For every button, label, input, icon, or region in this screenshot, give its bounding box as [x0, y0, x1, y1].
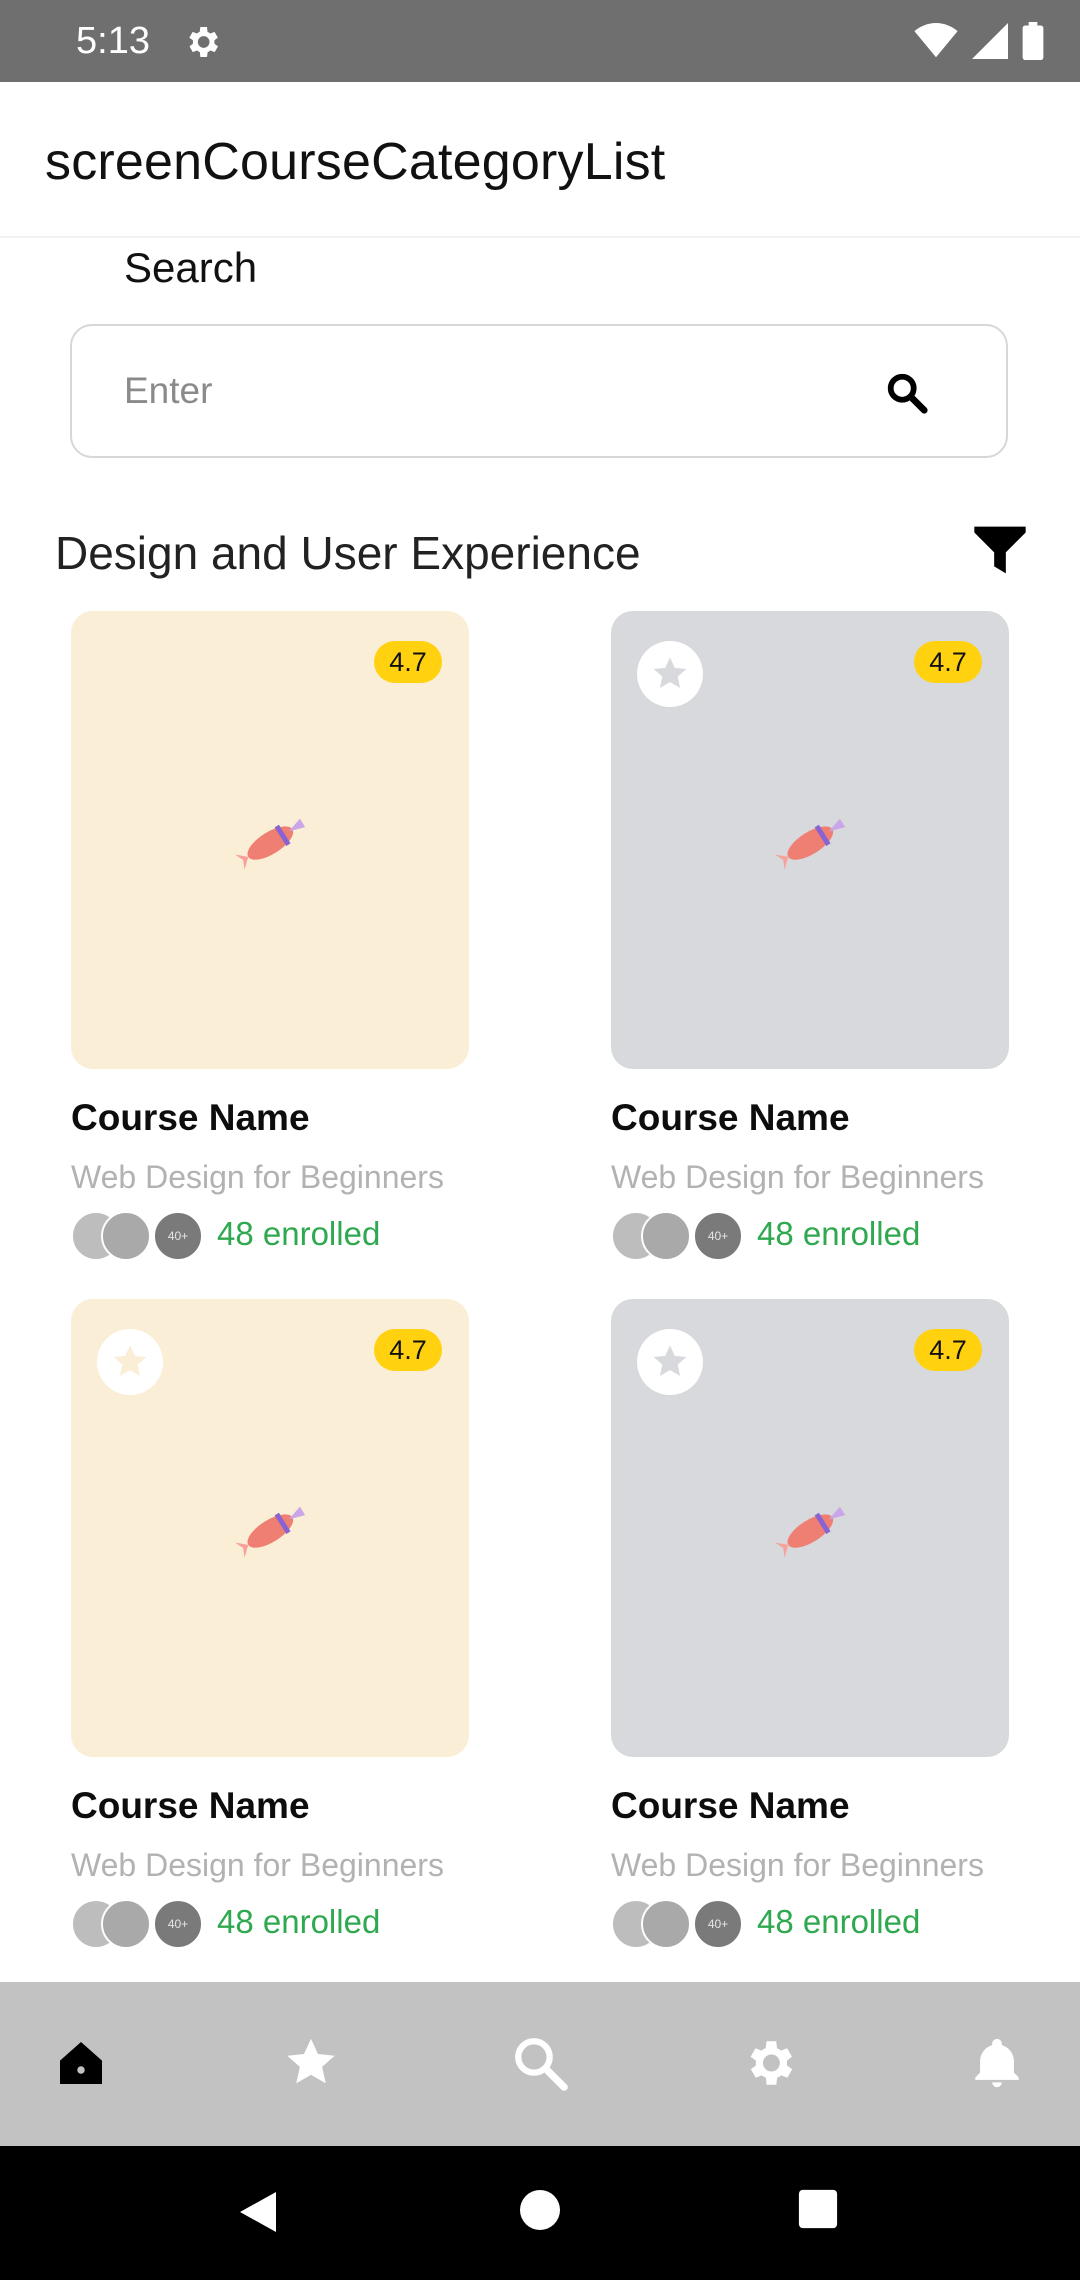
nav-home[interactable]: [46, 2028, 116, 2098]
bottom-nav: [0, 1982, 1080, 2146]
nav-search[interactable]: [505, 2028, 575, 2098]
enrolled-avatars: 40+: [611, 1899, 751, 1949]
recents-icon[interactable]: [797, 2188, 839, 2230]
filter-icon[interactable]: [972, 522, 1028, 578]
avatar: [641, 1899, 691, 1949]
rocket-icon: [775, 818, 846, 870]
avatar-more: 40+: [153, 1899, 203, 1949]
course-thumbnail: 4.7: [611, 1299, 1009, 1757]
app-bar: screenCourseCategoryList: [0, 82, 1080, 238]
rocket-icon: [775, 1506, 846, 1558]
avatar-more: 40+: [693, 1899, 743, 1949]
avatar: [641, 1211, 691, 1261]
course-card[interactable]: 4.7 Course Name Web Design for Beginners…: [71, 611, 469, 1261]
course-name: Course Name: [71, 1785, 310, 1826]
favorite-button[interactable]: [637, 641, 703, 707]
rating-badge: 4.7: [914, 1329, 982, 1371]
course-card[interactable]: 4.7 Course Name Web Design for Beginners…: [611, 611, 1009, 1261]
search-icon: [515, 2038, 568, 2091]
bell-icon: [975, 2038, 1019, 2088]
enrolled-count: 48 enrolled: [217, 1215, 381, 1252]
rating-badge: 4.7: [914, 641, 982, 683]
rating-badge: 4.7: [374, 1329, 442, 1371]
star-icon: [287, 2038, 335, 2084]
home-icon: [60, 2042, 102, 2084]
gear-icon: [750, 2041, 793, 2085]
star-icon: [653, 1345, 687, 1376]
enrolled-count: 48 enrolled: [217, 1903, 381, 1940]
avatar-more: 40+: [153, 1211, 203, 1261]
status-time: 5:13: [76, 20, 150, 62]
star-icon: [113, 1345, 147, 1376]
rocket-icon: [235, 818, 306, 870]
enrolled-avatars: 40+: [611, 1211, 751, 1261]
battery-icon: [1022, 22, 1044, 60]
status-bar: 5:13: [0, 0, 1080, 82]
avatar: [101, 1899, 151, 1949]
course-name: Course Name: [71, 1097, 310, 1138]
search-icon[interactable]: [884, 370, 930, 416]
home-button-icon[interactable]: [518, 2188, 562, 2232]
section-title: Design and User Experience: [55, 527, 641, 579]
search-label: Search: [124, 244, 258, 291]
star-icon: [653, 657, 687, 688]
rating-badge: 4.7: [374, 641, 442, 683]
course-thumbnail: 4.7: [611, 611, 1009, 1069]
course-subtitle: Web Design for Beginners: [71, 1159, 444, 1195]
avatar-more: 40+: [693, 1211, 743, 1261]
course-thumbnail: 4.7: [71, 611, 469, 1069]
course-thumbnail: 4.7: [71, 1299, 469, 1757]
back-icon[interactable]: [236, 2188, 280, 2236]
course-name: Course Name: [611, 1097, 850, 1138]
nav-notifications[interactable]: [962, 2028, 1032, 2098]
course-subtitle: Web Design for Beginners: [71, 1847, 444, 1883]
rocket-icon: [235, 1506, 306, 1558]
settings-gear-icon: [189, 27, 218, 57]
course-card[interactable]: 4.7 Course Name Web Design for Beginners…: [611, 1299, 1009, 1949]
page-title: screenCourseCategoryList: [45, 133, 666, 191]
wifi-icon: [914, 23, 958, 58]
nav-favorites[interactable]: [276, 2028, 346, 2098]
course-subtitle: Web Design for Beginners: [611, 1847, 984, 1883]
course-subtitle: Web Design for Beginners: [611, 1159, 984, 1195]
status-indicators: [914, 20, 1044, 62]
nav-settings[interactable]: [734, 2028, 804, 2098]
enrolled-count: 48 enrolled: [757, 1215, 921, 1252]
avatar: [101, 1211, 151, 1261]
search-placeholder: Enter: [124, 370, 213, 411]
favorite-button[interactable]: [637, 1329, 703, 1395]
course-card[interactable]: 4.7 Course Name Web Design for Beginners…: [71, 1299, 469, 1949]
favorite-button[interactable]: [97, 1329, 163, 1395]
search-input[interactable]: Enter: [70, 324, 1008, 458]
system-nav-bar: [0, 2146, 1080, 2280]
course-name: Course Name: [611, 1785, 850, 1826]
enrolled-count: 48 enrolled: [757, 1903, 921, 1940]
cell-signal-icon: [972, 23, 1008, 59]
enrolled-avatars: 40+: [71, 1899, 211, 1949]
enrolled-avatars: 40+: [71, 1211, 211, 1261]
